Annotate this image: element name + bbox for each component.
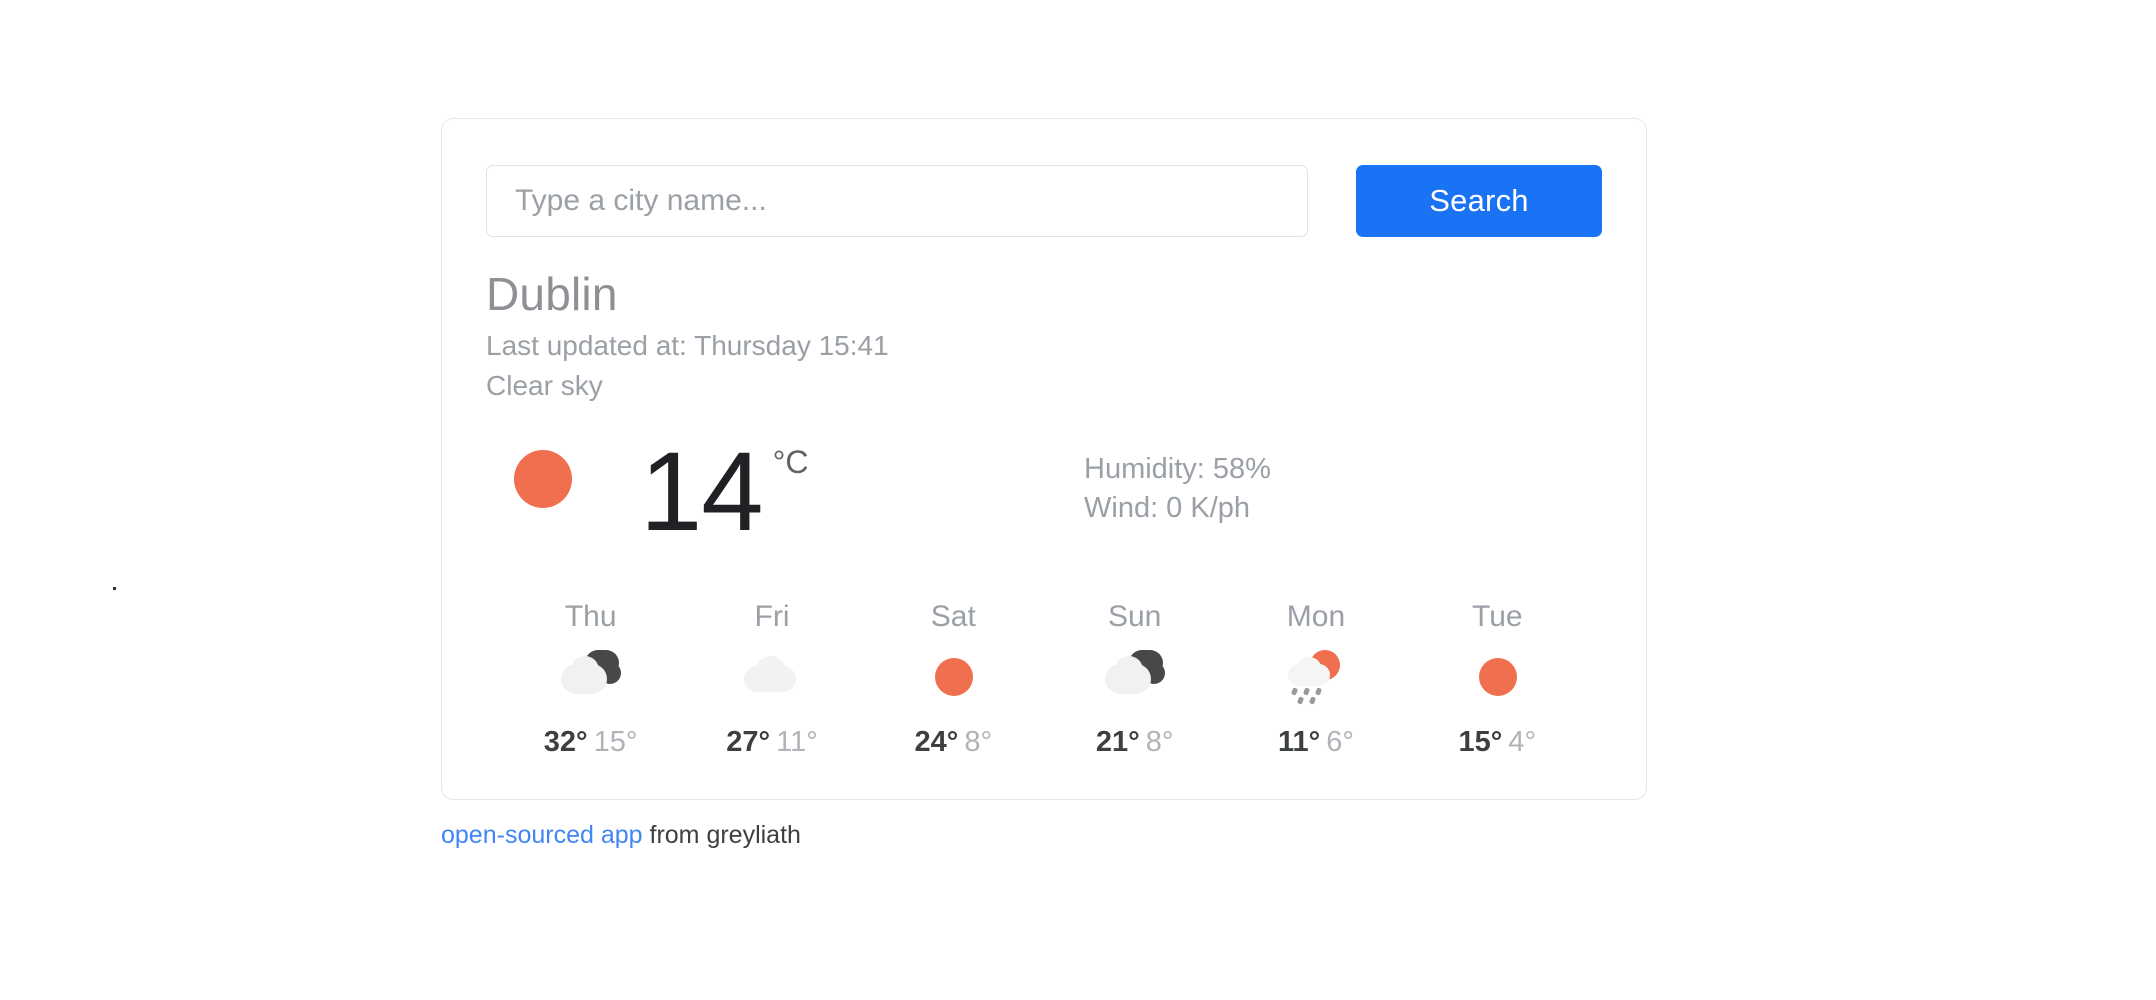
last-updated-text: Last updated at: Thursday 15:41 [486, 330, 889, 361]
weather-description: Clear sky [486, 370, 603, 401]
current-conditions: 14 °C Humidity: 58% Wind: 0 K/ph [486, 436, 1602, 548]
forecast-day: Mon 11° 6° [1225, 600, 1406, 759]
search-row: Search [486, 165, 1602, 237]
forecast-day-label: Mon [1286, 600, 1346, 633]
current-temperature: 14 [640, 429, 764, 554]
cloud-icon [736, 650, 808, 712]
search-input[interactable] [486, 165, 1308, 237]
weather-app: Search Dublin Last updated at: Thursday … [441, 118, 1647, 850]
forecast-high: 24° [914, 726, 959, 758]
city-name: Dublin [486, 268, 618, 320]
city-info: Dublin Last updated at: Thursday 15:41 C… [486, 271, 1602, 400]
forecast-day: Thu 32° 15° [500, 600, 681, 759]
forecast-temps: 11° 6° [1225, 726, 1406, 759]
forecast-day-label: Sun [1107, 600, 1162, 633]
humidity-value: Humidity: 58% [1084, 453, 1271, 485]
wind-value: Wind: 0 K/ph [1084, 492, 1251, 525]
broken-clouds-icon [1099, 650, 1171, 712]
sun-rain-icon [1280, 650, 1352, 712]
forecast-temps: 24° 8° [863, 726, 1044, 759]
forecast-low: 6° [1326, 726, 1354, 758]
forecast-temps: 15° 4° [1407, 726, 1588, 759]
forecast-temps: 27° 11° [681, 726, 862, 759]
broken-clouds-icon [555, 650, 627, 712]
weather-card: Search Dublin Last updated at: Thursday … [441, 118, 1647, 800]
footer: open-sourced app from greyliath [441, 821, 1647, 850]
forecast-day-label: Tue [1472, 600, 1523, 633]
forecast-high: 21° [1095, 726, 1140, 758]
forecast-low: 8° [964, 726, 993, 758]
forecast-temps: 32° 15° [500, 726, 681, 759]
forecast-row: Thu 32° 15° Fri 27° 11° Sat 24° 8° Sun 2… [486, 600, 1602, 759]
forecast-low: 4° [1508, 726, 1537, 758]
current-metrics: Humidity: 58% Wind: 0 K/ph [1084, 450, 1271, 528]
forecast-high: 27° [726, 726, 771, 758]
forecast-high: 32° [543, 726, 588, 758]
forecast-day-label: Fri [754, 600, 790, 633]
temperature-readout: 14 °C [640, 436, 808, 548]
stray-pixel-artifact [113, 587, 116, 590]
forecast-high: 15° [1458, 726, 1503, 758]
current-temperature-group: 14 °C [514, 436, 1074, 548]
forecast-low: 8° [1145, 726, 1174, 758]
sun-icon [514, 450, 604, 540]
forecast-day: Fri 27° 11° [681, 600, 862, 759]
temperature-unit: °C [772, 444, 809, 480]
forecast-low: 15° [593, 726, 638, 758]
forecast-day: Tue 15° 4° [1407, 600, 1588, 759]
sun-icon [917, 650, 989, 712]
footer-suffix: from greyliath [642, 821, 801, 849]
forecast-low: 11° [776, 726, 818, 758]
open-source-link[interactable]: open-sourced app [441, 821, 643, 849]
sun-icon [1461, 650, 1533, 712]
search-button[interactable]: Search [1356, 165, 1602, 237]
forecast-day: Sun 21° 8° [1044, 600, 1225, 759]
forecast-day: Sat 24° 8° [863, 600, 1044, 759]
forecast-temps: 21° 8° [1044, 726, 1225, 759]
forecast-high: 11° [1277, 726, 1321, 758]
forecast-day-label: Sat [930, 600, 976, 633]
forecast-day-label: Thu [564, 600, 617, 633]
